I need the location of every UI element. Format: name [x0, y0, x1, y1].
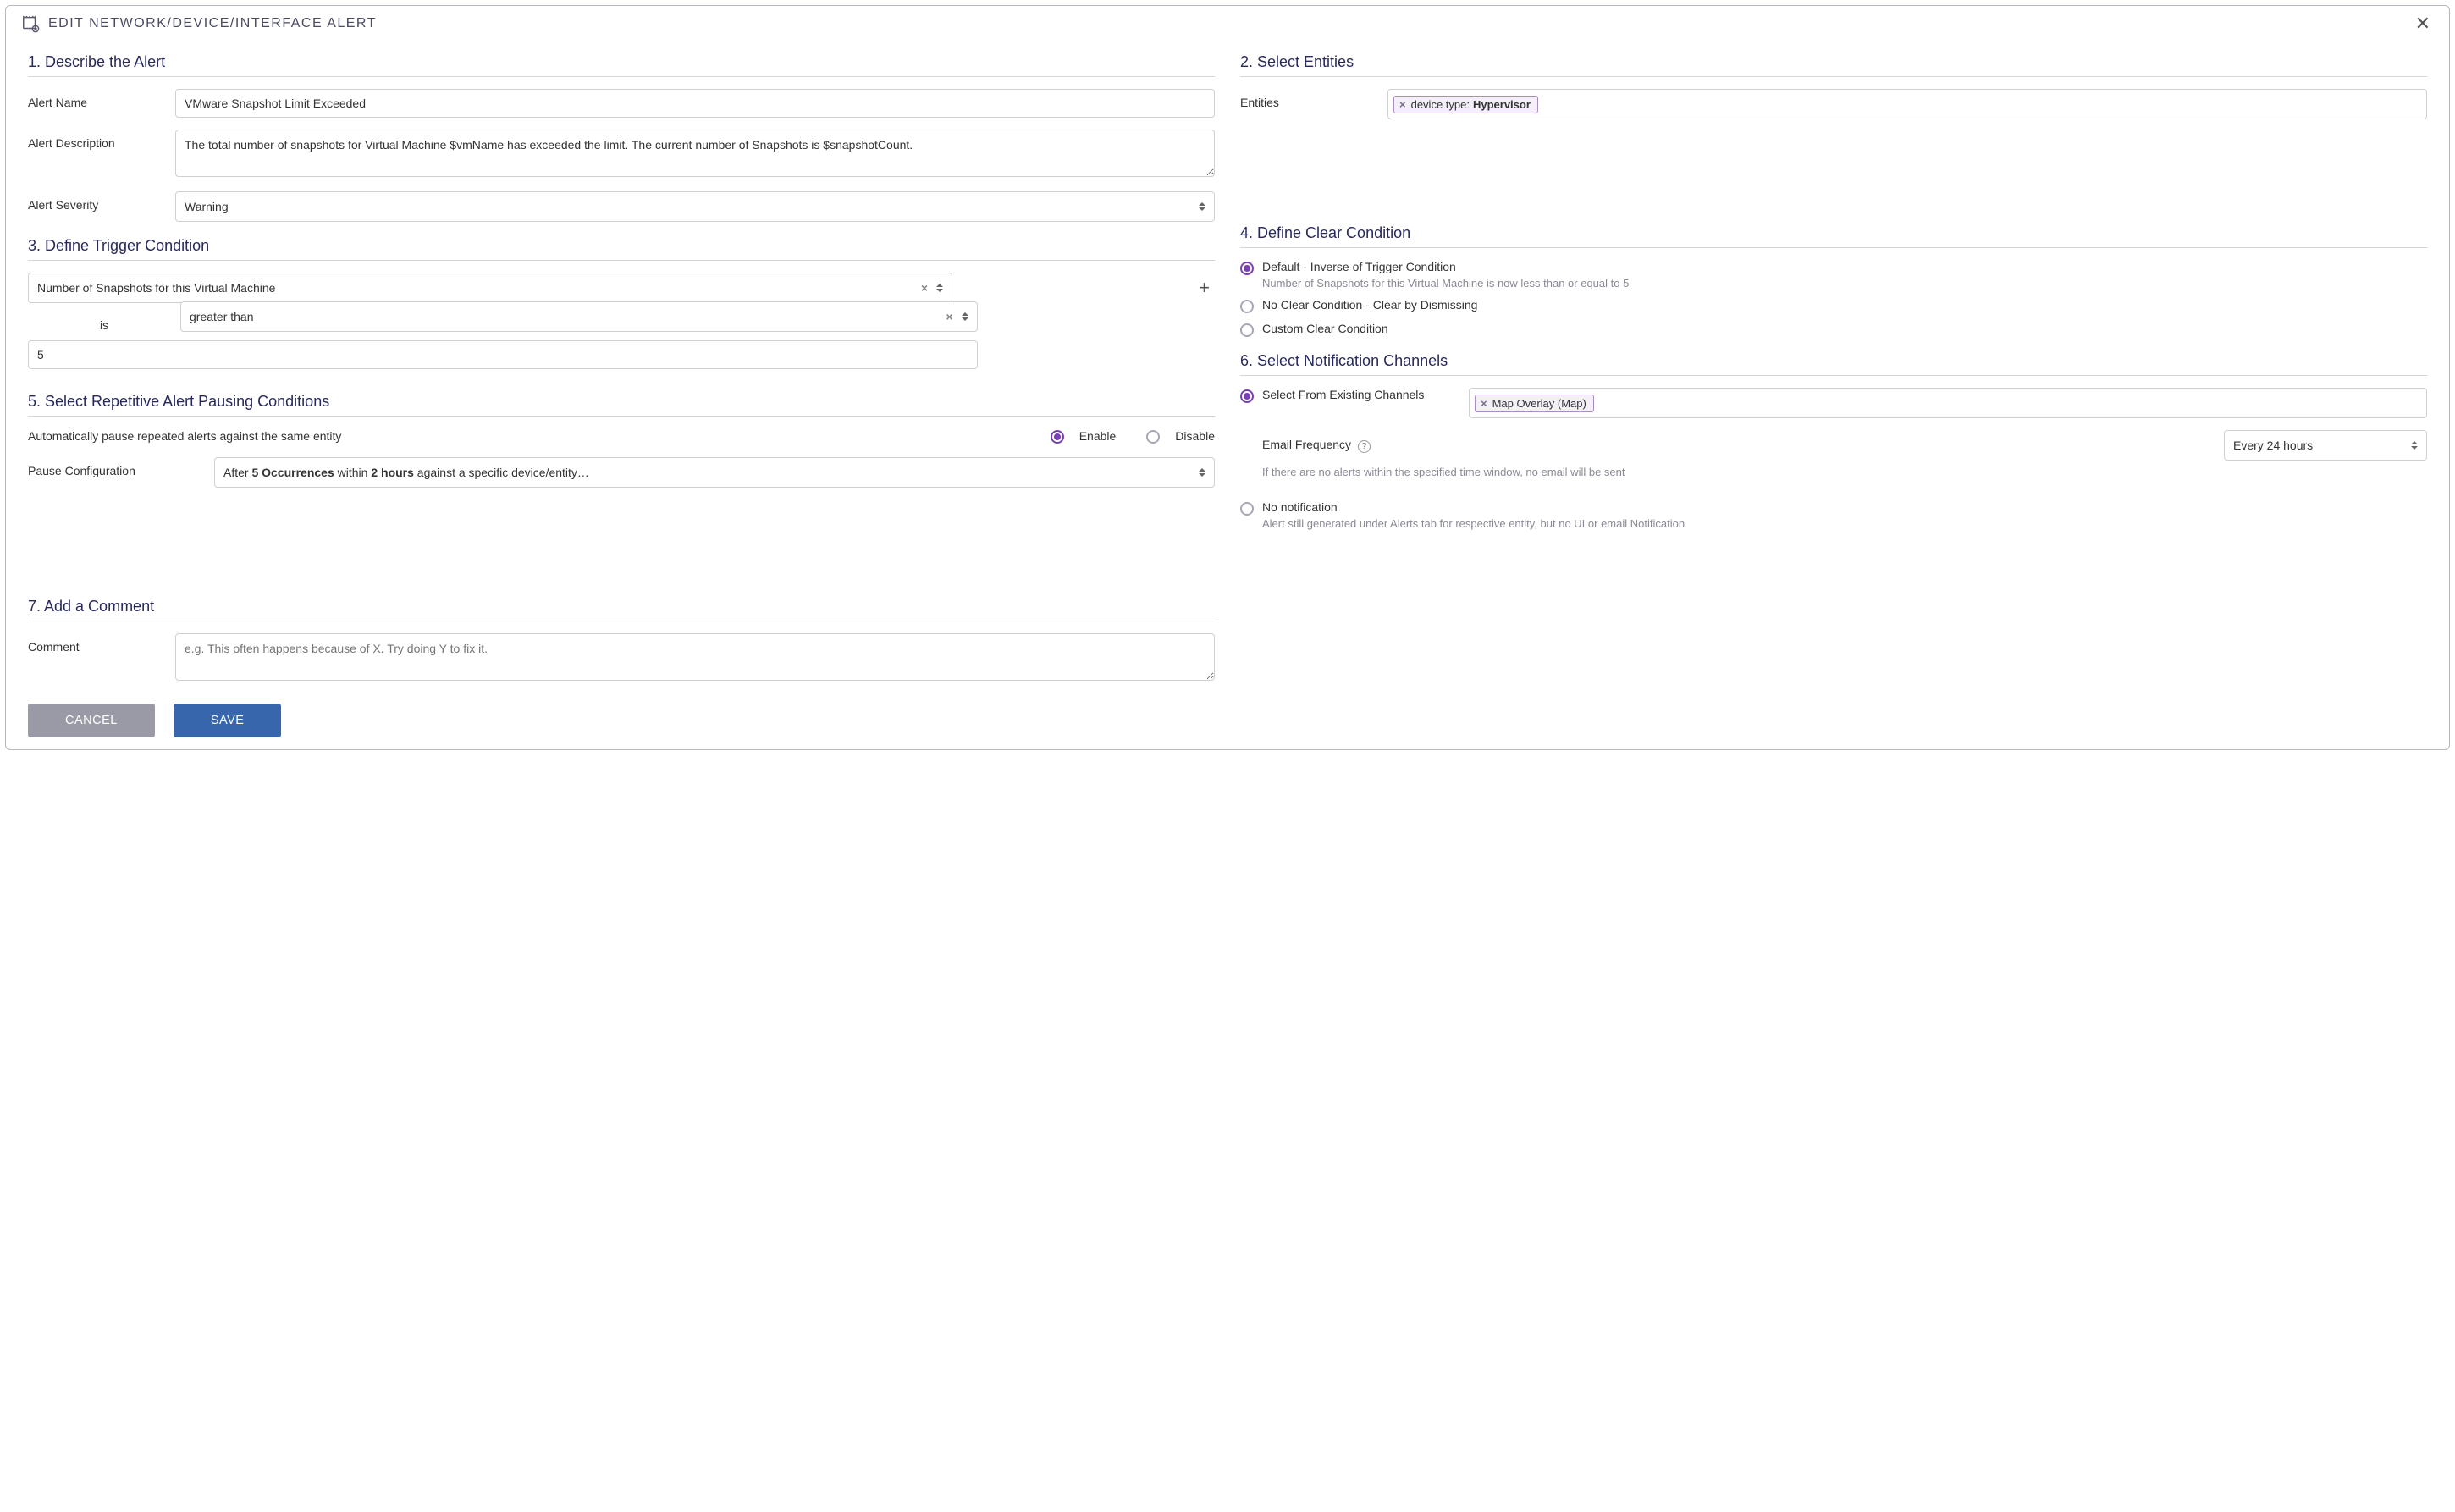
email-freq-label: Email Frequency ? — [1262, 438, 1371, 453]
trigger-threshold-input[interactable] — [28, 340, 978, 369]
alert-desc-label: Alert Description — [28, 130, 175, 150]
alert-severity-value: Warning — [185, 200, 1170, 213]
clear-icon[interactable]: × — [946, 310, 952, 323]
divider — [1240, 247, 2427, 248]
divider — [28, 260, 1215, 261]
divider — [28, 76, 1215, 77]
pause-config-select[interactable]: After 5 Occurrences within 2 hours again… — [214, 457, 1215, 488]
radio-icon — [1240, 389, 1254, 403]
channels-none-label: No notification — [1262, 500, 2427, 514]
enable-radio[interactable]: Enable — [1051, 428, 1117, 444]
tag-remove-icon[interactable]: × — [1399, 98, 1406, 111]
radio-icon — [1240, 262, 1254, 275]
pause-config-label: Pause Configuration — [28, 457, 214, 477]
pause-config-value: After 5 Occurrences within 2 hours again… — [223, 466, 1170, 479]
tag-remove-icon[interactable]: × — [1481, 397, 1487, 410]
alert-severity-select[interactable]: Warning — [175, 191, 1215, 222]
email-freq-value: Every 24 hours — [2233, 439, 2382, 452]
alert-name-label: Alert Name — [28, 89, 175, 109]
entity-tag-value: Hypervisor — [1473, 98, 1531, 111]
radio-icon — [1146, 430, 1160, 444]
channel-tag-text: Map Overlay (Map) — [1492, 397, 1586, 410]
alert-severity-label: Alert Severity — [28, 191, 175, 212]
trigger-comparator-select[interactable]: greater than × — [180, 301, 978, 332]
comment-label: Comment — [28, 633, 175, 654]
clear-custom-radio[interactable]: Custom Clear Condition — [1240, 322, 2427, 337]
section-6-title: 6. Select Notification Channels — [1240, 352, 2427, 370]
auto-pause-text: Automatically pause repeated alerts agai… — [28, 429, 341, 443]
divider — [1240, 375, 2427, 376]
entity-tag-prefix: device type: — [1411, 98, 1470, 111]
channels-existing-radio[interactable]: Select From Existing Channels × Map Over… — [1240, 388, 2427, 418]
radio-icon — [1051, 430, 1064, 444]
entities-label: Entities — [1240, 89, 1387, 109]
section-3-title: 3. Define Trigger Condition — [28, 237, 1215, 255]
channels-none-radio[interactable]: No notification Alert still generated un… — [1240, 500, 2427, 530]
save-button[interactable]: SAVE — [174, 704, 282, 737]
section-5-title: 5. Select Repetitive Alert Pausing Condi… — [28, 393, 1215, 411]
dialog-title: EDIT NETWORK/DEVICE/INTERFACE ALERT — [48, 16, 2412, 31]
entity-tag[interactable]: × device type: Hypervisor — [1393, 96, 1538, 113]
channels-existing-label: Select From Existing Channels — [1262, 388, 1457, 401]
clear-custom-label: Custom Clear Condition — [1262, 322, 2427, 335]
trigger-metric-select[interactable]: Number of Snapshots for this Virtual Mac… — [28, 273, 952, 303]
trigger-comparator-value: greater than — [190, 310, 933, 323]
close-icon[interactable]: ✕ — [2412, 13, 2434, 35]
section-2-title: 2. Select Entities — [1240, 53, 2427, 71]
cancel-button[interactable]: CANCEL — [28, 704, 155, 737]
caret-icon — [2411, 439, 2418, 451]
trigger-metric-value: Number of Snapshots for this Virtual Mac… — [37, 281, 908, 295]
caret-icon — [936, 282, 943, 294]
section-1-title: 1. Describe the Alert — [28, 53, 1215, 71]
comment-input[interactable] — [175, 633, 1215, 681]
clear-default-sub: Number of Snapshots for this Virtual Mac… — [1262, 277, 2427, 290]
clear-noclear-label: No Clear Condition - Clear by Dismissing — [1262, 298, 2427, 312]
section-4-title: 4. Define Clear Condition — [1240, 224, 2427, 242]
radio-icon — [1240, 502, 1254, 516]
help-icon[interactable]: ? — [1358, 440, 1371, 453]
alert-desc-input[interactable]: The total number of snapshots for Virtua… — [175, 130, 1215, 177]
caret-icon — [1199, 201, 1205, 212]
clear-default-label: Default - Inverse of Trigger Condition — [1262, 260, 2427, 273]
clear-default-radio[interactable]: Default - Inverse of Trigger Condition N… — [1240, 260, 2427, 290]
divider — [28, 416, 1215, 417]
caret-icon — [962, 311, 968, 323]
disable-label: Disable — [1175, 429, 1215, 443]
entities-field[interactable]: × device type: Hypervisor — [1387, 89, 2427, 119]
divider — [1240, 76, 2427, 77]
radio-icon — [1240, 300, 1254, 313]
email-freq-select[interactable]: Every 24 hours — [2224, 430, 2427, 461]
clear-icon[interactable]: × — [921, 281, 928, 295]
channels-field[interactable]: × Map Overlay (Map) — [1469, 388, 2427, 418]
radio-icon — [1240, 323, 1254, 337]
dialog-header: EDIT NETWORK/DEVICE/INTERFACE ALERT ✕ — [6, 6, 2449, 38]
clear-noclear-radio[interactable]: No Clear Condition - Clear by Dismissing — [1240, 298, 2427, 313]
channel-tag[interactable]: × Map Overlay (Map) — [1475, 395, 1594, 412]
caret-icon — [1199, 466, 1205, 478]
channels-none-sub: Alert still generated under Alerts tab f… — [1262, 517, 2427, 530]
enable-label: Enable — [1079, 429, 1117, 443]
alert-name-input[interactable] — [175, 89, 1215, 118]
section-7-title: 7. Add a Comment — [28, 598, 1215, 615]
add-condition-button[interactable]: + — [1194, 277, 1215, 299]
dialog-icon — [21, 14, 40, 33]
email-freq-note: If there are no alerts within the specif… — [1262, 466, 2427, 478]
disable-radio[interactable]: Disable — [1146, 428, 1215, 444]
edit-alert-dialog: EDIT NETWORK/DEVICE/INTERFACE ALERT ✕ 1.… — [5, 5, 2450, 750]
